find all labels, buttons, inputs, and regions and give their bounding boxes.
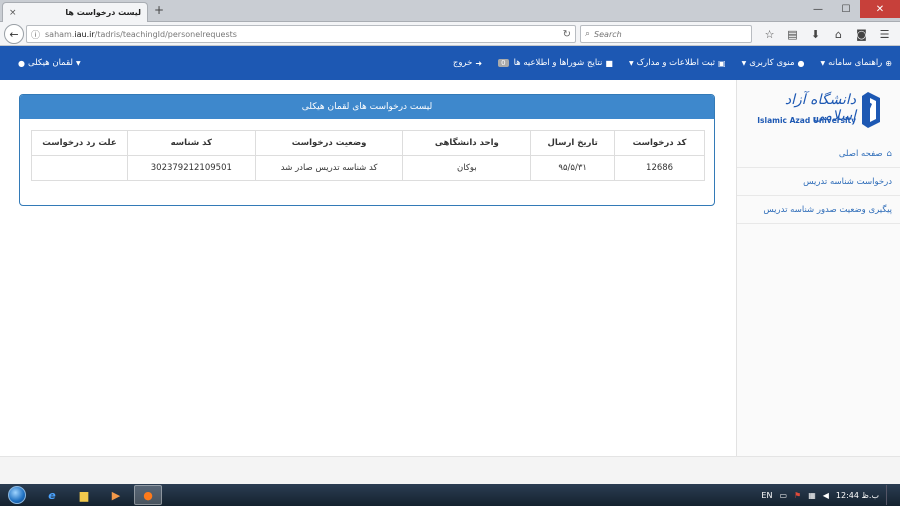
windows-logo-icon [8, 486, 26, 504]
menu-item-logout[interactable]: ➜ خروج [445, 58, 490, 68]
window-controls: — ☐ ✕ [804, 0, 900, 18]
minimize-icon[interactable]: — [804, 0, 832, 18]
explorer-folder-icon[interactable]: ▆ [70, 485, 98, 505]
main-menu: ⊕ راهنمای سامانه ▼ ● منوی کاربری ▼ ▣ ثبت… [445, 46, 900, 80]
table-cell: بوکان [402, 155, 532, 181]
address-bar[interactable]: ⓘ saham.iau.ir/tadris/teachingId/persone… [26, 25, 576, 43]
media-player-icon[interactable]: ▶ [102, 485, 130, 505]
search-input[interactable] [594, 29, 745, 39]
menu-item-label: ثبت اطلاعات و مدارک [636, 58, 716, 68]
search-icon: ⌕ [585, 29, 591, 39]
search-box[interactable]: ⌕ [580, 25, 752, 43]
menu-item-help[interactable]: ⊕ راهنمای سامانه ▼ [813, 58, 900, 68]
browser-nav-bar: ← ⓘ saham.iau.ir/tadris/teachingId/perso… [0, 22, 900, 46]
logo-text-en: Islamic Azad University [757, 116, 856, 125]
column-header: واحد دانشگاهی [402, 130, 532, 156]
os-taskbar: e ▆ ▶ ● EN ▭ ⚑ ▦ ◀ ب.ظ 12:44 [0, 484, 900, 506]
table-header-row: کد درخواست تاریخ ارسال واحد دانشگاهی وضع… [31, 130, 705, 156]
menu-item-label: نتایج شوراها و اطلاعیه ها [513, 58, 603, 68]
column-header: وضعیت درخواست [254, 130, 404, 156]
panel-title: لیست درخواست های لقمان هیکلی [20, 95, 714, 119]
url-text: saham.iau.ir/tadris/teachingId/personelr… [45, 29, 237, 39]
notification-badge: 0 [498, 59, 509, 67]
save-icon: ▣ [718, 58, 726, 68]
requests-panel: لیست درخواست های لقمان هیکلی کد درخواست … [19, 94, 715, 206]
requests-table: کد درخواست تاریخ ارسال واحد دانشگاهی وضع… [31, 130, 705, 181]
taskbar-apps: e ▆ ▶ ● [38, 485, 162, 505]
site-header: ⊕ راهنمای سامانه ▼ ● منوی کاربری ▼ ▣ ثبت… [0, 46, 900, 80]
page-footer-area [0, 456, 900, 484]
new-tab-button[interactable]: + [154, 3, 164, 17]
keyboard-icon[interactable]: ▭ [779, 491, 787, 500]
globe-icon: ⊕ [885, 58, 892, 68]
back-button[interactable]: ← [4, 24, 24, 44]
sidebar-links: ⌂ صفحه اصلی درخواست شناسه تدریس پیگیری و… [737, 140, 900, 224]
menu-item-results[interactable]: ■ نتایج شوراها و اطلاعیه ها 0 [490, 58, 621, 68]
menu-item-register-docs[interactable]: ▣ ثبت اطلاعات و مدارک ▼ [621, 58, 734, 68]
table-cell: ۹۵/۵/۳۱ [530, 155, 616, 181]
sidebar-item-label: پیگیری وضعیت صدور شناسه تدریس [763, 204, 892, 215]
column-header: علت رد درخواست [31, 130, 128, 156]
browser-tab-bar: لیست درخواست ها × + — ☐ ✕ [0, 0, 900, 22]
volume-icon[interactable]: ◀ [823, 491, 829, 500]
info-icon[interactable]: ⓘ [31, 28, 40, 41]
back-arrow-icon: ← [9, 27, 19, 41]
reload-icon[interactable]: ↻ [563, 29, 571, 40]
column-header: کد شناسه [126, 130, 256, 156]
sidebar-item-label: صفحه اصلی [838, 148, 883, 159]
system-tray: EN ▭ ⚑ ▦ ◀ ب.ظ 12:44 [761, 484, 894, 506]
menu-item-label: خروج [452, 58, 473, 68]
ie-icon[interactable]: e [38, 485, 66, 505]
caret-down-icon: ▼ [741, 59, 747, 67]
bookmark-star-icon[interactable]: ☆ [758, 28, 781, 41]
toolbar-icons: ☆ ▤ ⬇ ⌂ ◙ ☰ [758, 25, 896, 43]
caret-down-icon: ▼ [75, 59, 81, 67]
tab-title: لیست درخواست ها [65, 8, 141, 17]
table-row: 12686 ۹۵/۵/۳۱ بوکان کد شناسه تدریس صادر … [31, 155, 705, 181]
download-icon[interactable]: ⬇ [804, 28, 827, 41]
sidebar-item-home[interactable]: ⌂ صفحه اصلی [737, 140, 900, 168]
user-name: لقمان هیکلی [27, 58, 73, 68]
sidebar-item-label: درخواست شناسه تدریس [803, 176, 892, 187]
menu-item-label: راهنمای سامانه [828, 58, 883, 68]
browser-tab[interactable]: لیست درخواست ها × [2, 2, 148, 22]
sidebar: دانشگاه آزاد اسلامی Islamic Azad Univers… [736, 80, 900, 456]
menu-item-user[interactable]: ● منوی کاربری ▼ [734, 58, 813, 68]
sidebar-item-track-status[interactable]: پیگیری وضعیت صدور شناسه تدریس [737, 196, 900, 224]
logout-icon: ➜ [475, 58, 483, 68]
home-icon: ⌂ [886, 148, 892, 159]
tab-close-icon[interactable]: × [9, 8, 17, 18]
sidebar-item-request-id[interactable]: درخواست شناسه تدریس [737, 168, 900, 196]
pocket-icon[interactable]: ◙ [850, 28, 873, 41]
hamburger-menu-icon[interactable]: ☰ [873, 28, 896, 41]
menu-item-label: منوی کاربری [749, 58, 795, 68]
firefox-icon[interactable]: ● [134, 485, 162, 505]
show-desktop-button[interactable] [886, 485, 894, 505]
start-button[interactable] [4, 484, 30, 506]
caret-down-icon: ▼ [820, 59, 826, 67]
table-cell: کد شناسه تدریس صادر شد [254, 155, 404, 181]
table-cell [31, 155, 128, 181]
maximize-icon[interactable]: ☐ [832, 0, 860, 18]
university-logo: دانشگاه آزاد اسلامی Islamic Azad Univers… [746, 88, 884, 132]
table-cell: 302379212109501 [126, 155, 256, 181]
table-cell: 12686 [614, 155, 705, 181]
flag-icon[interactable]: ⚑ [794, 491, 801, 500]
column-header: تاریخ ارسال [530, 130, 616, 156]
user-dropdown[interactable]: ▼ لقمان هیکلی ● [18, 46, 81, 80]
user-icon: ● [18, 58, 25, 68]
reading-list-icon[interactable]: ▤ [781, 28, 804, 41]
caret-down-icon: ▼ [628, 59, 634, 67]
home-icon[interactable]: ⌂ [827, 28, 850, 41]
column-header: کد درخواست [614, 130, 705, 156]
language-indicator[interactable]: EN [761, 491, 772, 500]
window-close-icon[interactable]: ✕ [860, 0, 900, 18]
folder-icon: ■ [605, 58, 613, 68]
user-icon: ● [797, 58, 805, 68]
clock[interactable]: ب.ظ 12:44 [836, 491, 879, 500]
panel-body: کد درخواست تاریخ ارسال واحد دانشگاهی وضع… [20, 119, 714, 192]
network-icon[interactable]: ▦ [808, 491, 816, 500]
